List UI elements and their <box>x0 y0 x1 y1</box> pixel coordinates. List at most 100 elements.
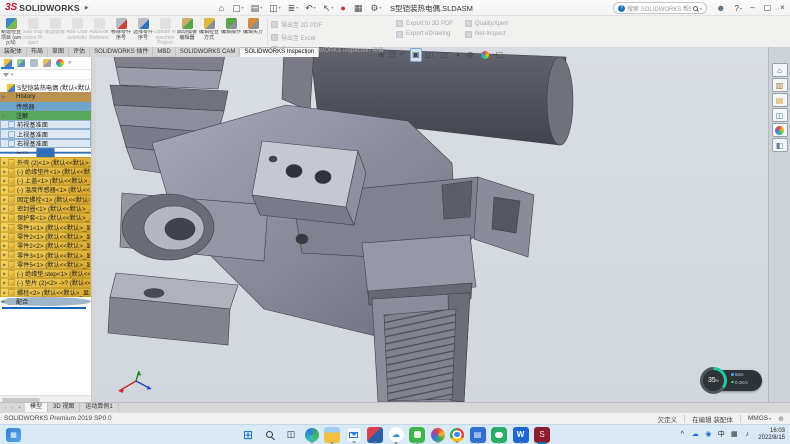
tree-horizontal-scrollbar[interactable] <box>0 395 91 402</box>
tree-item[interactable]: ▶ 螺栓<2> (默认<<默认>_显示状态 <box>0 288 91 297</box>
ime-language-indicator[interactable]: 中 <box>717 426 725 444</box>
tree-item[interactable]: ▶ 注解 <box>0 111 91 120</box>
command-tab[interactable]: SOLIDWORKS 插件 <box>90 47 153 57</box>
remove-balloons-button[interactable]: 移除零件序号 <box>110 16 132 47</box>
quick-access-button[interactable]: ● <box>340 1 346 15</box>
tree-item[interactable]: 传感器 <box>0 102 91 111</box>
wechat-icon[interactable] <box>491 427 507 443</box>
taskbar-clock[interactable]: 16:03 2022/8/15 <box>758 428 785 442</box>
dimxpert-manager-tab[interactable] <box>40 57 53 69</box>
panel-splitter[interactable] <box>92 57 96 402</box>
tree-item[interactable]: ▶ History <box>0 92 91 101</box>
graphics-viewport[interactable]: ⊕⊡↶▣◫◳◑◎●▢ 35% 6ms 0.1K/s ⌂▥▤◫◧ <box>96 47 790 402</box>
property-manager-tab[interactable] <box>14 57 27 69</box>
status-globe-icon[interactable]: ⊕ <box>778 415 784 423</box>
security-location-icon[interactable]: ◉ <box>704 426 712 444</box>
tree-item[interactable]: ▶ 零件1<1> (默认<<默认>_显示状态 <box>0 222 91 231</box>
units-selector[interactable]: MMGS ▾ <box>748 415 771 422</box>
volume-icon[interactable]: ♪ <box>743 426 751 444</box>
appearances-scenes-icon[interactable] <box>772 123 788 137</box>
export-button[interactable]: 导出至 2D PDF <box>271 20 384 29</box>
tree-item[interactable]: ▶ 零件2<1> (默认<<默认>_显示状态 <box>0 232 91 241</box>
performance-overlay[interactable]: 35% 6ms 0.1K/s <box>700 367 764 394</box>
scrollbar-thumb[interactable] <box>2 398 40 402</box>
add-characteristic-button[interactable]: Add Characteristic <box>66 16 88 47</box>
quick-access-button[interactable]: ▤ <box>251 1 263 15</box>
tree-item[interactable]: 上视基准面 <box>0 129 91 138</box>
tree-item[interactable]: 右视基准面 <box>0 139 91 148</box>
tree-item[interactable]: ▶ 固定螺栓<1> (默认<<默认>_显示 <box>0 195 91 204</box>
command-tab[interactable]: 草图 <box>48 47 69 57</box>
tree-root-item[interactable]: S型铠装热电偶 (默认<默认_显示状态-1>) <box>0 83 91 92</box>
tree-item[interactable]: 前视基准面 <box>0 120 91 129</box>
tree-item[interactable]: ▶ (-) 垫片 (2)<2> ->? (默认<<默认 <box>0 278 91 287</box>
select-balloons-button[interactable]: 选择零件序号 <box>132 16 154 47</box>
export-button[interactable]: 导出至 Excel <box>271 33 384 42</box>
quick-access-button[interactable]: ▦ <box>354 1 364 15</box>
tree-item[interactable]: ▶ 零件3<1> (默认<<默认>_显示状态 <box>0 250 91 259</box>
help-menu[interactable]: ? <box>735 4 742 13</box>
close-button[interactable]: × <box>775 0 790 16</box>
command-tab[interactable]: SOLIDWORKS CAM <box>176 47 241 57</box>
tree-item[interactable]: ▶ 配合 <box>0 297 91 306</box>
tree-item[interactable]: ▶ 保护套<1> (默认<<默认>_显示状 <box>0 213 91 222</box>
document-tab[interactable]: 运动算例1 <box>80 403 118 412</box>
command-tab[interactable]: SOLIDWORKS Inspection <box>240 47 319 57</box>
quick-access-button[interactable]: ↖ <box>323 1 334 15</box>
minimize-button[interactable]: – <box>745 0 760 16</box>
export-button[interactable]: QualityXpert <box>465 20 508 27</box>
update-inspection-project-button[interactable]: Update Inspection Project <box>154 16 176 47</box>
custom-properties-icon[interactable]: ◧ <box>772 138 788 152</box>
launch-template-editor-button[interactable]: 启动模板编辑器 <box>176 16 198 47</box>
add-edit-balloons-button[interactable]: Add/Edit Balloons <box>88 16 110 47</box>
wps-icon[interactable]: W <box>513 427 529 443</box>
tree-item[interactable]: ▶ 外壳 (2)<1> (默认<<默认>_显示状 <box>0 157 91 166</box>
command-tab[interactable]: 评估 <box>69 47 90 57</box>
new-inspection-project-button[interactable]: 新建检查项目 (amp;N) <box>0 16 22 47</box>
feature-manager-tab[interactable] <box>1 57 14 69</box>
touch-keyboard-icon[interactable]: ▦ <box>730 426 738 444</box>
edge-icon[interactable] <box>305 428 319 442</box>
edit-customer-button[interactable]: 编辑买方 <box>242 16 264 47</box>
tree-item[interactable]: ▶ (-) 绝缘垫片<1> (默认<<默认>_显 <box>0 167 91 176</box>
export-button[interactable]: Export to 3D PDF <box>396 20 453 27</box>
cloud-app-icon[interactable]: ☁ <box>389 427 404 442</box>
quick-access-button[interactable]: ◫ <box>269 1 281 15</box>
tree-item[interactable]: 原点 <box>0 148 91 157</box>
search-input[interactable]: ? 搜索 SOLIDWORKS 帮助 ▾ <box>613 2 707 14</box>
onedrive-icon[interactable]: ☁ <box>691 426 699 444</box>
command-tab[interactable]: 布局 <box>27 47 48 57</box>
tree-item[interactable]: ▶ (-) 上盖<1> (默认<<默认>_显示状 <box>0 176 91 185</box>
edit-inspection-methods-button[interactable]: 编辑检查方式 <box>198 16 220 47</box>
tree-item[interactable]: ▶ 密封圈<1> (默认<<默认>_显示状 <box>0 204 91 213</box>
tree-item[interactable]: ▶ 零件5<1> (默认<<默认>_显示状态 <box>0 260 91 269</box>
start-button[interactable]: ⊞ <box>240 427 256 443</box>
tree-filter[interactable]: ▾ <box>0 70 91 80</box>
tree-item[interactable]: ▶ (-) 绝缘垫.step<1> (默认<<默认> <box>0 269 91 278</box>
quick-access-button[interactable]: ⌂ <box>219 1 225 15</box>
solidworks-resources-icon[interactable]: ⌂ <box>772 63 788 77</box>
search-button[interactable] <box>262 427 278 443</box>
browser-wheel-app-icon[interactable] <box>431 428 445 442</box>
tray-expand-icon[interactable]: ^ <box>678 426 686 444</box>
edit-operations-button[interactable]: 编辑操作 <box>220 16 242 47</box>
view-palette-icon[interactable]: ◫ <box>772 108 788 122</box>
edit-inspection-project-button[interactable]: Edit Inspection Project <box>22 16 44 47</box>
search-icon[interactable] <box>693 6 698 11</box>
pane-split-controls[interactable]: ‹›▪ <box>0 403 25 412</box>
configuration-manager-tab[interactable] <box>27 57 40 69</box>
restore-button[interactable]: ▢ <box>760 0 775 16</box>
document-tab[interactable]: 3D 视图 <box>48 403 80 412</box>
new-template-button[interactable]: 新建模板 <box>44 16 66 47</box>
task-view-button[interactable]: ◫ <box>283 427 299 443</box>
document-tab[interactable]: 模型 <box>25 403 48 412</box>
display-manager-tab[interactable] <box>53 57 66 69</box>
search-caret-icon[interactable]: ▾ <box>700 6 702 11</box>
file-explorer-icon[interactable] <box>324 427 340 443</box>
menu-flyout-icon[interactable]: ▶ <box>85 5 89 11</box>
green-app-icon[interactable] <box>409 427 425 443</box>
panel-tabs-overflow[interactable]: » <box>68 60 71 66</box>
quick-access-button[interactable]: ≣ <box>288 1 299 15</box>
reader-app-icon[interactable]: ▤ <box>470 427 486 443</box>
command-tab[interactable]: MBD <box>153 47 175 57</box>
